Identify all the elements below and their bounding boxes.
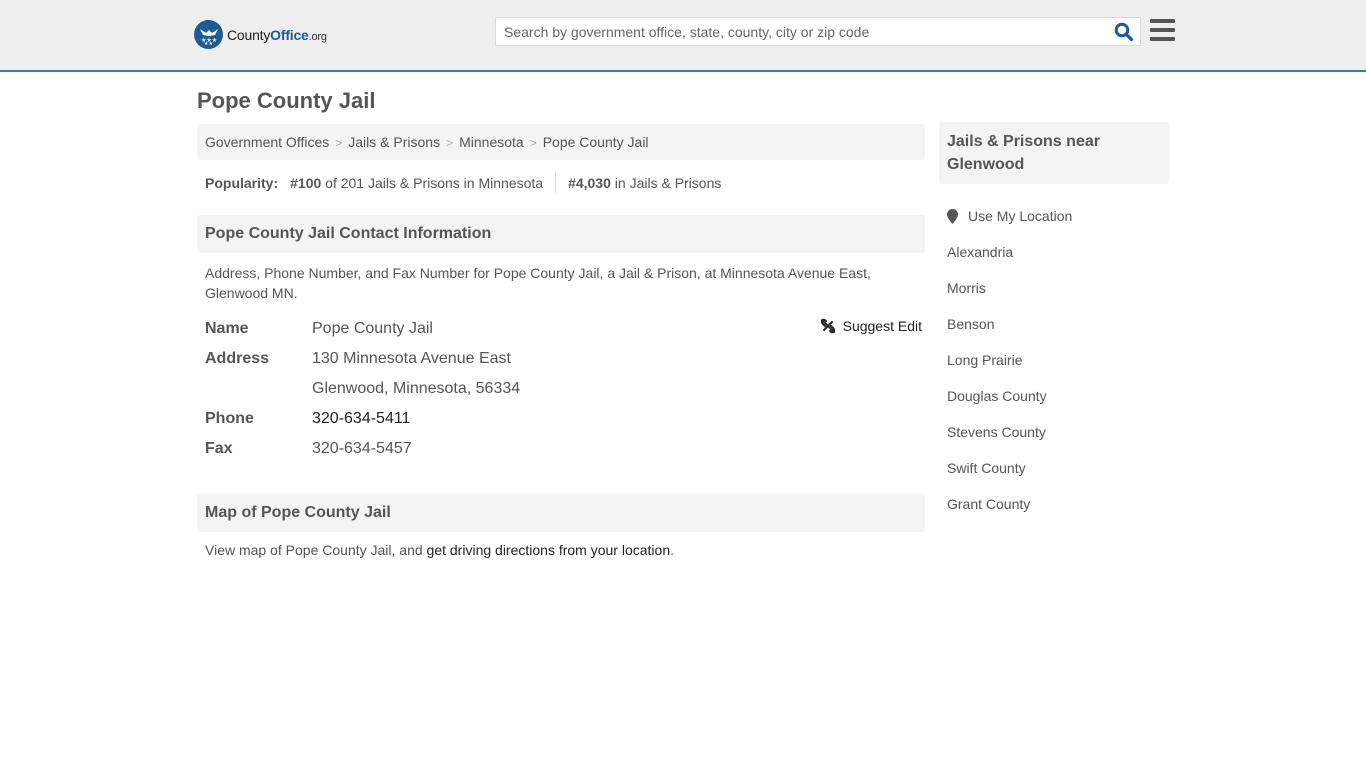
breadcrumb-jails-prisons[interactable]: Jails & Prisons	[348, 134, 440, 150]
svg-text:★★: ★★	[204, 41, 213, 45]
state-rank: #100	[290, 175, 322, 191]
hamburger-menu-button[interactable]	[1150, 19, 1175, 41]
breadcrumb: Government Offices > Jails & Prisons > Minne…	[197, 124, 925, 160]
suggest-edit-button[interactable]: Suggest Edit	[820, 318, 922, 334]
phone-label: Phone	[205, 410, 254, 427]
map-description: View map of Pope County Jail, and get dr…	[205, 540, 905, 560]
driving-directions-link[interactable]: get driving directions from your locatio…	[427, 542, 671, 558]
map-text: View map of Pope County Jail, and	[205, 542, 427, 558]
sidebar-item-grant-county[interactable]: Grant County	[947, 486, 1169, 522]
breadcrumb-separator: >	[529, 136, 537, 150]
national-rank: #4,030	[568, 175, 611, 191]
sidebar-item-stevens-county[interactable]: Stevens County	[947, 414, 1169, 450]
popularity-stats: Popularity: #100 of 201 Jails & Prisons …	[205, 173, 721, 193]
nearby-list: Use My Location Alexandria Morris Benson…	[939, 198, 1169, 522]
popularity-label: Popularity:	[205, 175, 279, 191]
name-label: Name	[205, 320, 249, 337]
map-pin-icon	[947, 208, 958, 224]
sidebar-item-long-prairie[interactable]: Long Prairie	[947, 342, 1169, 378]
address-label: Address	[205, 350, 270, 367]
breadcrumb-separator: >	[446, 136, 454, 150]
phone-row: Phone 320-634-5411	[205, 404, 925, 434]
sidebar-link[interactable]: Long Prairie	[947, 352, 1023, 368]
contact-info: Suggest Edit Name Pope County Jail Addre…	[205, 314, 925, 464]
sidebar-item-swift-county[interactable]: Swift County	[947, 450, 1169, 486]
fax-label: Fax	[205, 440, 233, 457]
address-line1: 130 Minnesota Avenue East	[312, 350, 511, 367]
sidebar-link[interactable]: Swift County	[947, 460, 1026, 476]
sidebar-item-morris[interactable]: Morris	[947, 270, 1169, 306]
name-value: Pope County Jail	[312, 320, 433, 337]
fax-row: Fax 320-634-5457	[205, 434, 925, 464]
divider	[555, 173, 557, 193]
logo-text: CountyOffice.org	[227, 26, 327, 43]
menu-icon-bar	[1150, 28, 1175, 32]
menu-icon-bar	[1150, 19, 1175, 23]
map-heading: Map of Pope County Jail	[197, 494, 925, 532]
sidebar-item-douglas-county[interactable]: Douglas County	[947, 378, 1169, 414]
use-my-location-link[interactable]: Use My Location	[968, 208, 1072, 224]
sidebar-link[interactable]: Grant County	[947, 496, 1030, 512]
contact-description: Address, Phone Number, and Fax Number fo…	[205, 265, 871, 301]
breadcrumb-current: Pope County Jail	[542, 134, 649, 150]
name-row: Name Pope County Jail	[205, 314, 925, 344]
use-location-item[interactable]: Use My Location	[947, 198, 1169, 234]
state-rank-text: of 201 Jails & Prisons in Minnesota	[325, 175, 544, 191]
site-header: ★★★ ★★ CountyOffice.org	[0, 0, 1366, 72]
sidebar-heading: Jails & Prisons near Glenwood	[939, 122, 1169, 184]
sidebar-link[interactable]: Stevens County	[947, 424, 1046, 440]
fax-value: 320-634-5457	[312, 440, 412, 457]
sidebar-item-alexandria[interactable]: Alexandria	[947, 234, 1169, 270]
suggest-edit-link[interactable]: Suggest Edit	[843, 318, 922, 334]
page-title: Pope County Jail	[197, 88, 376, 113]
search-button[interactable]	[1114, 22, 1134, 42]
eagle-logo-icon: ★★★ ★★	[194, 20, 223, 49]
search-icon	[1114, 22, 1134, 42]
sidebar-link[interactable]: Morris	[947, 280, 986, 296]
main-content: Government Offices > Jails & Prisons > Minne…	[197, 124, 925, 558]
sidebar-link[interactable]: Alexandria	[947, 244, 1013, 260]
address-line2: Glenwood, Minnesota, 56334	[312, 380, 521, 397]
breadcrumb-government-offices[interactable]: Government Offices	[205, 134, 329, 150]
breadcrumb-minnesota[interactable]: Minnesota	[459, 134, 524, 150]
search-input[interactable]	[496, 18, 1096, 45]
phone-link[interactable]: 320-634-5411	[312, 410, 410, 427]
sidebar: Jails & Prisons near Glenwood Use My Loc…	[939, 122, 1169, 522]
sidebar-link[interactable]: Benson	[947, 316, 994, 332]
site-logo[interactable]: ★★★ ★★ CountyOffice.org	[194, 20, 327, 49]
address-row-2: Glenwood, Minnesota, 56334	[205, 374, 925, 404]
menu-icon-bar	[1150, 37, 1175, 41]
address-row: Address 130 Minnesota Avenue East	[205, 344, 925, 374]
search-box	[495, 17, 1141, 46]
national-rank-text: in Jails & Prisons	[614, 175, 722, 191]
sidebar-link[interactable]: Douglas County	[947, 388, 1047, 404]
broken-link-icon	[820, 318, 835, 334]
sidebar-item-benson[interactable]: Benson	[947, 306, 1169, 342]
breadcrumb-separator: >	[335, 136, 343, 150]
map-text-end: .	[670, 542, 674, 558]
contact-heading: Pope County Jail Contact Information	[197, 215, 925, 253]
